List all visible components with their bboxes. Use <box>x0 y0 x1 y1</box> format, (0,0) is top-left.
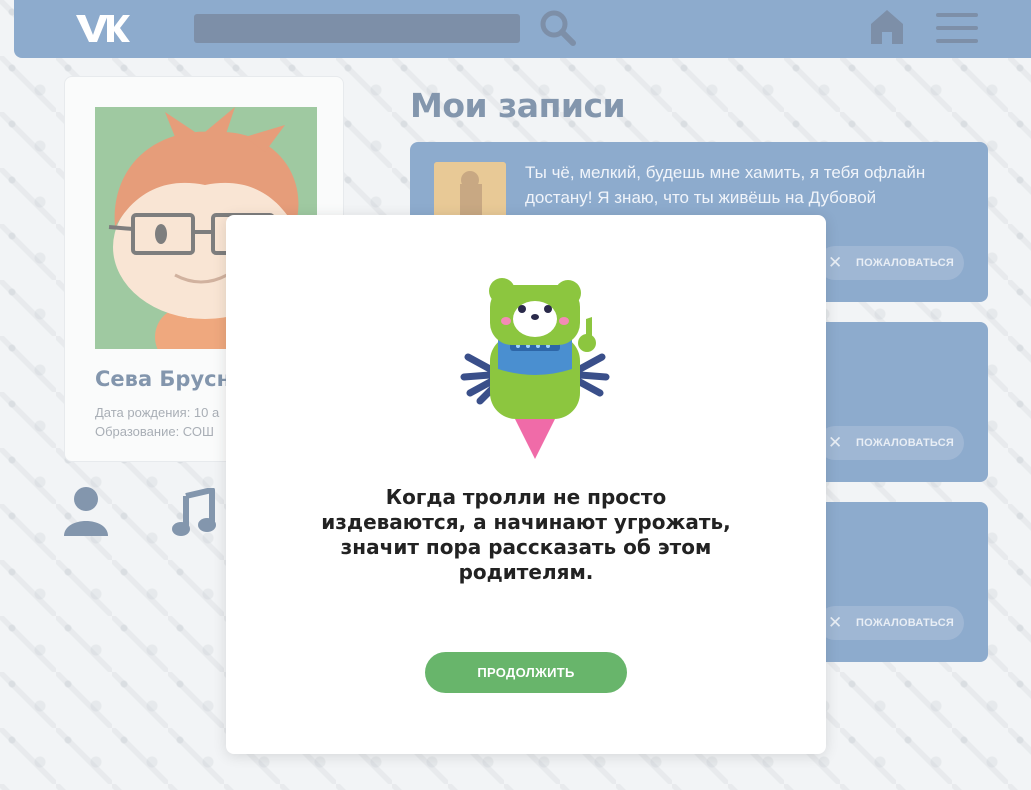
modal-message: Когда тролли не просто издеваются, а нач… <box>286 485 766 585</box>
modal-message-line: издеваются, а начинают угрожать, <box>321 510 731 534</box>
modal-message-line: родителям. <box>458 560 594 584</box>
continue-button[interactable]: ПРОДОЛЖИТЬ <box>425 652 627 693</box>
modal-message-line: значит пора рассказать об этом <box>340 535 712 559</box>
warning-modal: Когда тролли не просто издеваются, а нач… <box>226 215 826 754</box>
bear-rocket-illustration <box>460 278 610 459</box>
modal-message-line: Когда тролли не просто <box>385 485 667 509</box>
